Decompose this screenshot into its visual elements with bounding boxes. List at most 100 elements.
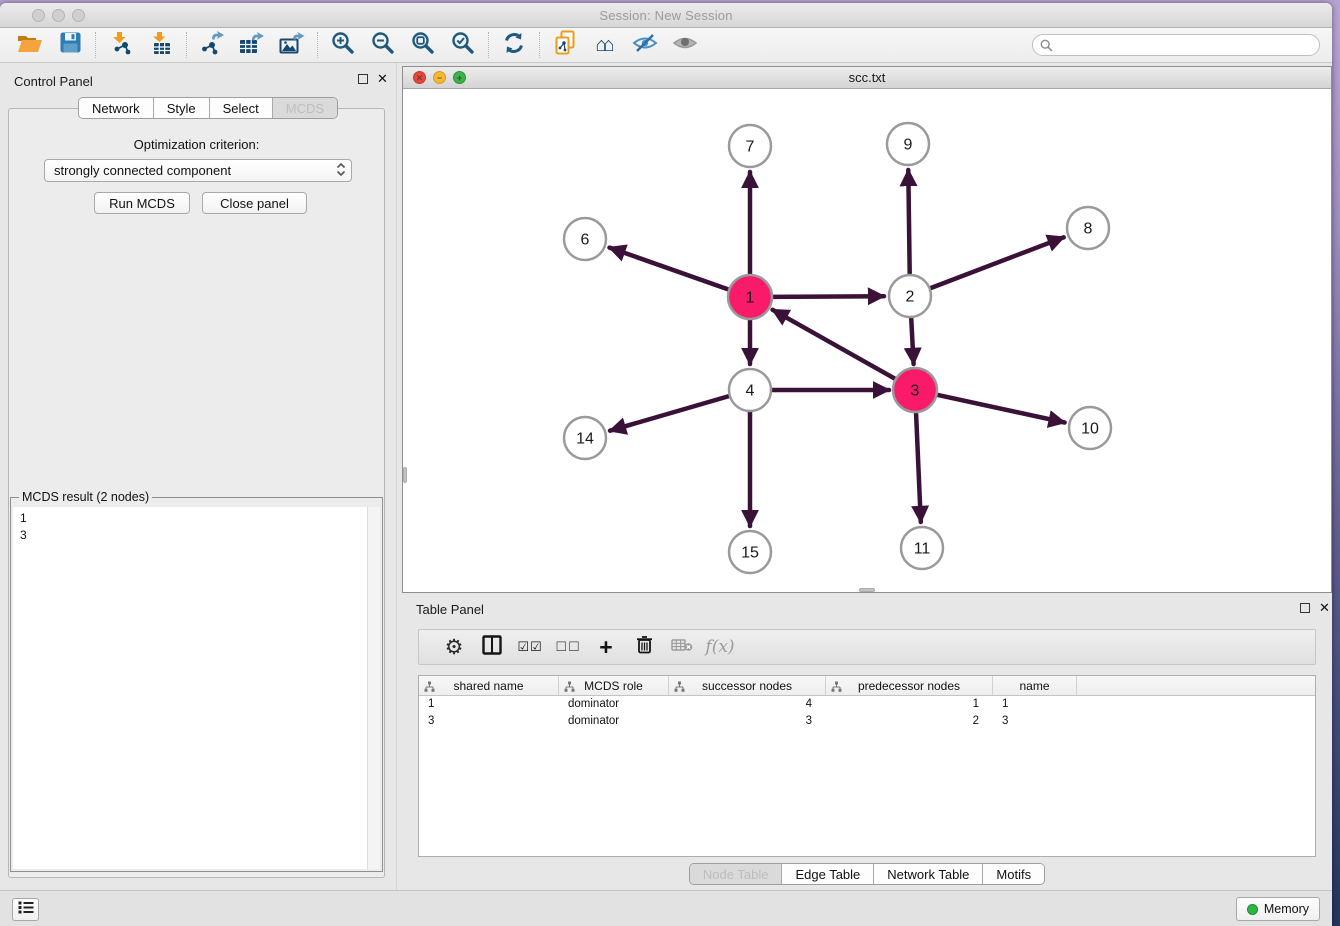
graph-node-2[interactable]: 2	[889, 275, 931, 317]
split-columns-button[interactable]	[473, 633, 511, 661]
memory-button[interactable]: Memory	[1236, 897, 1320, 921]
refresh-view-button[interactable]	[494, 31, 534, 59]
window-titlebar[interactable]: Session: New Session	[0, 3, 1332, 28]
close-table-panel-icon[interactable]: ✕	[1319, 603, 1330, 613]
hide-graphics-details-button[interactable]	[625, 31, 665, 59]
import-table-icon	[149, 31, 173, 60]
zoom-selected-button[interactable]	[443, 31, 483, 59]
network-graph[interactable]: 7 9 6 8 1 2 4 3 14 10 15 11	[403, 89, 1331, 592]
graph-edge-3-10[interactable]	[937, 395, 1065, 423]
column-header-label: predecessor nodes	[858, 679, 960, 693]
mcds-result-list[interactable]: 13	[13, 507, 380, 869]
node-label: 10	[1081, 421, 1099, 438]
table-cell[interactable]: 3	[669, 713, 826, 730]
table-settings-button[interactable]: ⚙	[435, 633, 473, 661]
zoom-selected-icon	[451, 31, 475, 60]
graph-node-7[interactable]: 7	[729, 125, 771, 167]
node-label: 7	[746, 139, 755, 156]
node-label: 14	[576, 431, 594, 448]
tab-style[interactable]: Style	[153, 98, 209, 118]
save-floppy-icon	[60, 32, 81, 58]
tab-select[interactable]: Select	[209, 98, 272, 118]
toolbar-separator	[488, 32, 489, 58]
run-mcds-button[interactable]: Run MCDS	[94, 192, 190, 214]
network-canvas[interactable]: 7 9 6 8 1 2 4 3 14 10 15 11	[403, 89, 1331, 592]
export-network-button[interactable]	[192, 31, 232, 59]
horizontal-scrollbar-nub[interactable]	[859, 588, 875, 592]
graph-edge-2-9[interactable]	[908, 170, 909, 274]
graph-node-10[interactable]: 10	[1069, 407, 1111, 449]
table-cell[interactable]: 1	[826, 696, 993, 713]
graph-node-11[interactable]: 11	[901, 527, 943, 569]
float-table-panel-icon[interactable]	[1300, 603, 1310, 613]
delete-table-button[interactable]	[663, 633, 701, 661]
table-cell[interactable]: 2	[826, 713, 993, 730]
select-all-rows-button[interactable]: ☑☑	[511, 633, 549, 661]
optimization-criterion-select[interactable]: strongly connected component	[44, 159, 352, 182]
column-header-MCDS-role[interactable]: MCDS role	[559, 676, 669, 695]
close-panel-button[interactable]: Close panel	[202, 192, 307, 214]
graph-edge-1-2[interactable]	[772, 296, 884, 297]
column-header-predecessor-nodes[interactable]: predecessor nodes	[826, 676, 993, 695]
home-layout-button[interactable]: ⌂⌂	[585, 31, 625, 59]
save-session-button[interactable]	[50, 31, 90, 59]
table-cell[interactable]: 3	[993, 713, 1077, 730]
graph-node-4[interactable]: 4	[729, 369, 771, 411]
graph-node-15[interactable]: 15	[729, 531, 771, 573]
tab-edge-table[interactable]: Edge Table	[781, 864, 873, 884]
export-image-button[interactable]	[272, 31, 312, 59]
table-row[interactable]: 3dominator323	[419, 713, 1315, 730]
tab-node-table[interactable]: Node Table	[690, 864, 782, 884]
graph-edge-1-6[interactable]	[610, 248, 730, 290]
table-cell[interactable]: 1	[993, 696, 1077, 713]
graph-edge-2-8[interactable]	[931, 237, 1064, 288]
graph-node-3[interactable]: 3	[893, 368, 937, 412]
node-label: 8	[1084, 221, 1093, 238]
show-panels-button[interactable]	[12, 898, 39, 921]
tab-motifs[interactable]: Motifs	[982, 864, 1044, 884]
graph-edge-4-14[interactable]	[610, 396, 729, 431]
graph-node-1[interactable]: 1	[728, 275, 772, 319]
network-window-titlebar[interactable]: ✕ − + scc.txt	[403, 67, 1331, 89]
close-panel-icon[interactable]: ✕	[377, 74, 388, 84]
table-toolbar: ⚙ ☑☑ ☐☐ +	[418, 629, 1316, 665]
deselect-all-rows-button[interactable]: ☐☐	[549, 633, 587, 661]
duplicate-network-button[interactable]	[545, 31, 585, 59]
graph-edge-2-3[interactable]	[911, 318, 913, 364]
graph-node-14[interactable]: 14	[564, 417, 606, 459]
panel-splitter[interactable]	[396, 63, 397, 890]
graph-edge-3-1[interactable]	[773, 310, 896, 379]
vertical-scrollbar-nub[interactable]	[403, 467, 407, 483]
table-cell[interactable]: dominator	[559, 713, 669, 730]
column-header-shared-name[interactable]: shared name	[419, 676, 559, 695]
table-cell[interactable]: 3	[419, 713, 559, 730]
delete-row-button[interactable]	[625, 633, 663, 661]
zoom-fit-button[interactable]	[403, 31, 443, 59]
search-input[interactable]	[1032, 34, 1320, 56]
graph-node-8[interactable]: 8	[1067, 207, 1109, 249]
column-header-successor-nodes[interactable]: successor nodes	[669, 676, 826, 695]
show-graphics-details-button[interactable]	[665, 31, 705, 59]
graph-node-9[interactable]: 9	[887, 123, 929, 165]
column-type-icon	[674, 681, 685, 695]
export-table-button[interactable]	[232, 31, 272, 59]
column-header-name[interactable]: name	[993, 676, 1077, 695]
tab-network-table[interactable]: Network Table	[873, 864, 982, 884]
zoom-in-button[interactable]	[323, 31, 363, 59]
import-table-button[interactable]	[141, 31, 181, 59]
zoom-out-button[interactable]	[363, 31, 403, 59]
import-network-button[interactable]	[101, 31, 141, 59]
function-builder-button[interactable]: f(x)	[701, 633, 739, 661]
table-cell[interactable]: 4	[669, 696, 826, 713]
add-row-button[interactable]: +	[587, 633, 625, 661]
table-row[interactable]: 1dominator411	[419, 696, 1315, 713]
table-cell[interactable]: 1	[419, 696, 559, 713]
tab-mcds[interactable]: MCDS	[272, 98, 337, 118]
tab-network[interactable]: Network	[79, 98, 153, 118]
float-panel-icon[interactable]	[358, 74, 368, 84]
graph-edge-3-11[interactable]	[916, 412, 921, 522]
table-cell[interactable]: dominator	[559, 696, 669, 713]
result-scrollbar[interactable]	[367, 507, 380, 869]
graph-node-6[interactable]: 6	[564, 218, 606, 260]
open-session-button[interactable]	[10, 31, 50, 59]
